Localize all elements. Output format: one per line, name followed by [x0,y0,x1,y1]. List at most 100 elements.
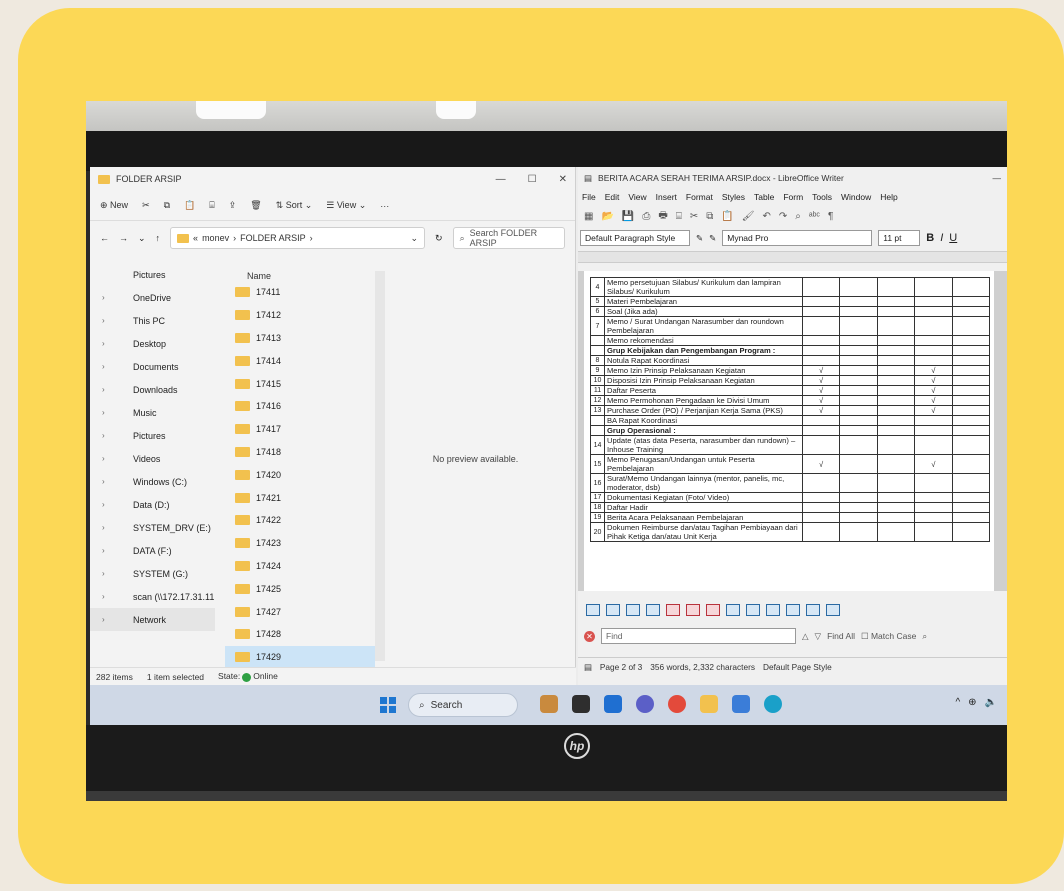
menu-item[interactable]: Table [754,192,774,202]
table-row-below-icon[interactable] [626,604,640,616]
nav-item[interactable]: › SYSTEM_DRV (E:) [90,516,215,539]
check-cell[interactable]: √ [914,365,953,376]
row-number[interactable]: 12 [590,395,605,406]
file-row[interactable]: 17412 [225,304,375,327]
paragraph-style-select[interactable]: Default Paragraph Style [580,230,690,246]
font-name-select[interactable]: Mynad Pro [722,230,873,246]
nav-item[interactable]: › Windows (C:) [90,470,215,493]
row-number[interactable]: 15 [590,454,605,474]
row-number[interactable] [590,335,605,346]
file-row[interactable]: 17418 [225,441,375,464]
check-cell[interactable]: √ [801,405,841,416]
check-cell[interactable] [951,277,991,297]
row-number[interactable]: 18 [590,502,605,513]
row-description[interactable]: Grup Operasional : [603,425,803,436]
nav-item[interactable]: › Videos [90,447,215,470]
chevron-right-icon[interactable]: › [102,408,110,417]
check-cell[interactable] [801,335,841,346]
select-cell-icon[interactable] [726,604,740,616]
file-row[interactable]: 17414 [225,349,375,372]
bold-button[interactable]: B [926,232,934,244]
check-cell[interactable] [839,277,878,297]
nav-item[interactable]: › Pictures [90,424,215,447]
check-cell[interactable] [951,316,991,336]
row-description[interactable]: Daftar Hadir [603,502,803,513]
check-cell[interactable]: √ [914,395,953,406]
row-description[interactable]: Materi Pembelajaran [603,296,803,307]
start-button[interactable] [380,697,396,713]
row-description[interactable]: Memo rekomendasi [603,335,803,346]
horizontal-ruler[interactable] [578,251,1007,263]
check-cell[interactable] [914,502,953,513]
check-cell[interactable] [839,502,878,513]
network-status-icon[interactable]: ⊕ [968,697,976,708]
align-top-icon[interactable] [806,604,820,616]
row-description[interactable]: Memo Permohonan Pengadaan ke Divisi Umum [603,395,803,406]
check-cell[interactable] [951,522,991,542]
nav-item[interactable]: › SYSTEM (G:) [90,562,215,585]
check-cell[interactable] [876,345,916,356]
paste-icon[interactable]: 📋 [184,200,195,211]
row-number[interactable]: 9 [590,365,605,376]
check-cell[interactable] [914,296,953,307]
check-cell[interactable]: √ [801,395,841,406]
check-cell[interactable] [876,522,916,542]
check-cell[interactable] [951,435,991,455]
chevron-right-icon[interactable]: › [102,546,110,555]
maximize-button[interactable]: ☐ [528,174,537,185]
find-replace-icon[interactable]: ⌕ [795,211,801,222]
check-cell[interactable] [951,355,991,366]
row-description[interactable]: Daftar Peserta [603,385,803,396]
check-cell[interactable] [876,435,916,455]
rename-icon[interactable]: ⌸ [209,200,214,211]
search-box[interactable]: ⌕ Search FOLDER ARSIP [452,227,565,249]
check-cell[interactable] [951,296,991,307]
check-cell[interactable] [839,385,878,396]
check-cell[interactable] [914,425,953,436]
row-number[interactable]: 17 [590,492,605,503]
check-cell[interactable] [914,277,953,297]
check-cell[interactable] [914,335,953,346]
menu-item[interactable]: Format [686,192,713,202]
merge-cells-icon[interactable] [766,604,780,616]
name-column-header[interactable]: Name [225,259,375,281]
menu-item[interactable]: Insert [656,192,677,202]
file-row[interactable]: 17415 [225,372,375,395]
file-row[interactable]: 17425 [225,577,375,600]
check-cell[interactable] [801,522,841,542]
save-icon[interactable]: 💾 [622,211,634,222]
file-row[interactable]: 17429 [225,645,375,669]
row-description[interactable]: Grup Kebijakan dan Pengembangan Program … [603,345,803,356]
align-center-icon[interactable] [826,604,840,616]
row-description[interactable]: Surat/Memo Undangan lainnya (mentor, pan… [603,473,803,493]
file-row[interactable]: 17417 [225,418,375,441]
row-number[interactable]: 4 [590,277,605,297]
file-row[interactable]: 17411 [225,281,375,304]
chevron-right-icon[interactable]: › [102,500,110,509]
find-all-button[interactable]: Find All [827,631,855,641]
nav-item[interactable]: Pictures [90,263,215,286]
check-cell[interactable] [876,395,916,406]
row-description[interactable]: Memo Izin Prinsip Pelaksanaan Kegiatan [603,365,803,376]
row-description[interactable]: Memo persetujuan Silabus/ Kurikulum dan … [603,277,803,297]
check-cell[interactable] [801,355,841,366]
nav-item[interactable]: › Desktop [90,332,215,355]
spellcheck-icon[interactable]: ᵃᵇᶜ [809,211,820,222]
check-cell[interactable] [951,454,991,474]
share-icon[interactable]: ⇪ [229,200,237,211]
check-cell[interactable] [839,522,878,542]
print-icon[interactable]: 🖶 [658,208,667,225]
file-explorer-app-icon[interactable] [604,695,622,713]
check-cell[interactable] [801,502,841,513]
row-number[interactable]: 7 [590,316,605,336]
check-cell[interactable] [876,277,916,297]
file-row[interactable]: 17428 [225,623,375,646]
check-cell[interactable] [951,385,991,396]
chevron-right-icon[interactable]: › [102,523,110,532]
delete-icon[interactable]: 🗑 [250,200,261,211]
folder-app-icon[interactable] [700,695,718,713]
table-column-icon[interactable] [646,604,660,616]
check-cell[interactable]: √ [914,454,953,474]
check-cell[interactable] [951,492,991,503]
check-cell[interactable] [876,355,916,366]
